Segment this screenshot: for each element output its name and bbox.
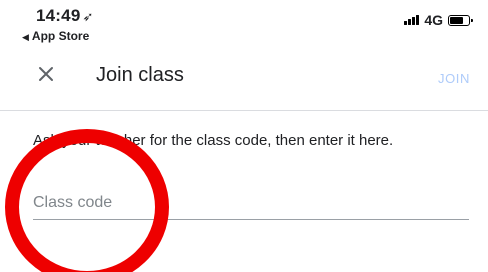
back-to-app-store[interactable]: ◀ App Store — [22, 29, 89, 43]
battery-icon — [448, 14, 473, 26]
signal-bars-icon — [404, 15, 420, 25]
status-time-text: 14:49 — [36, 6, 81, 25]
header-divider — [0, 110, 488, 111]
join-button[interactable]: JOIN — [438, 71, 470, 86]
back-app-label: App Store — [31, 29, 90, 43]
class-code-input[interactable] — [33, 186, 469, 220]
status-indicators: 4G — [404, 12, 473, 28]
location-arrow-icon: ➶ — [82, 9, 94, 24]
status-time: 14:49 ➶ — [36, 6, 94, 26]
network-type: 4G — [424, 12, 443, 28]
back-triangle-icon: ◀ — [22, 32, 29, 42]
close-icon[interactable] — [34, 62, 58, 86]
instructions-text: Ask your teacher for the class code, the… — [33, 132, 394, 149]
page-title: Join class — [96, 64, 184, 86]
